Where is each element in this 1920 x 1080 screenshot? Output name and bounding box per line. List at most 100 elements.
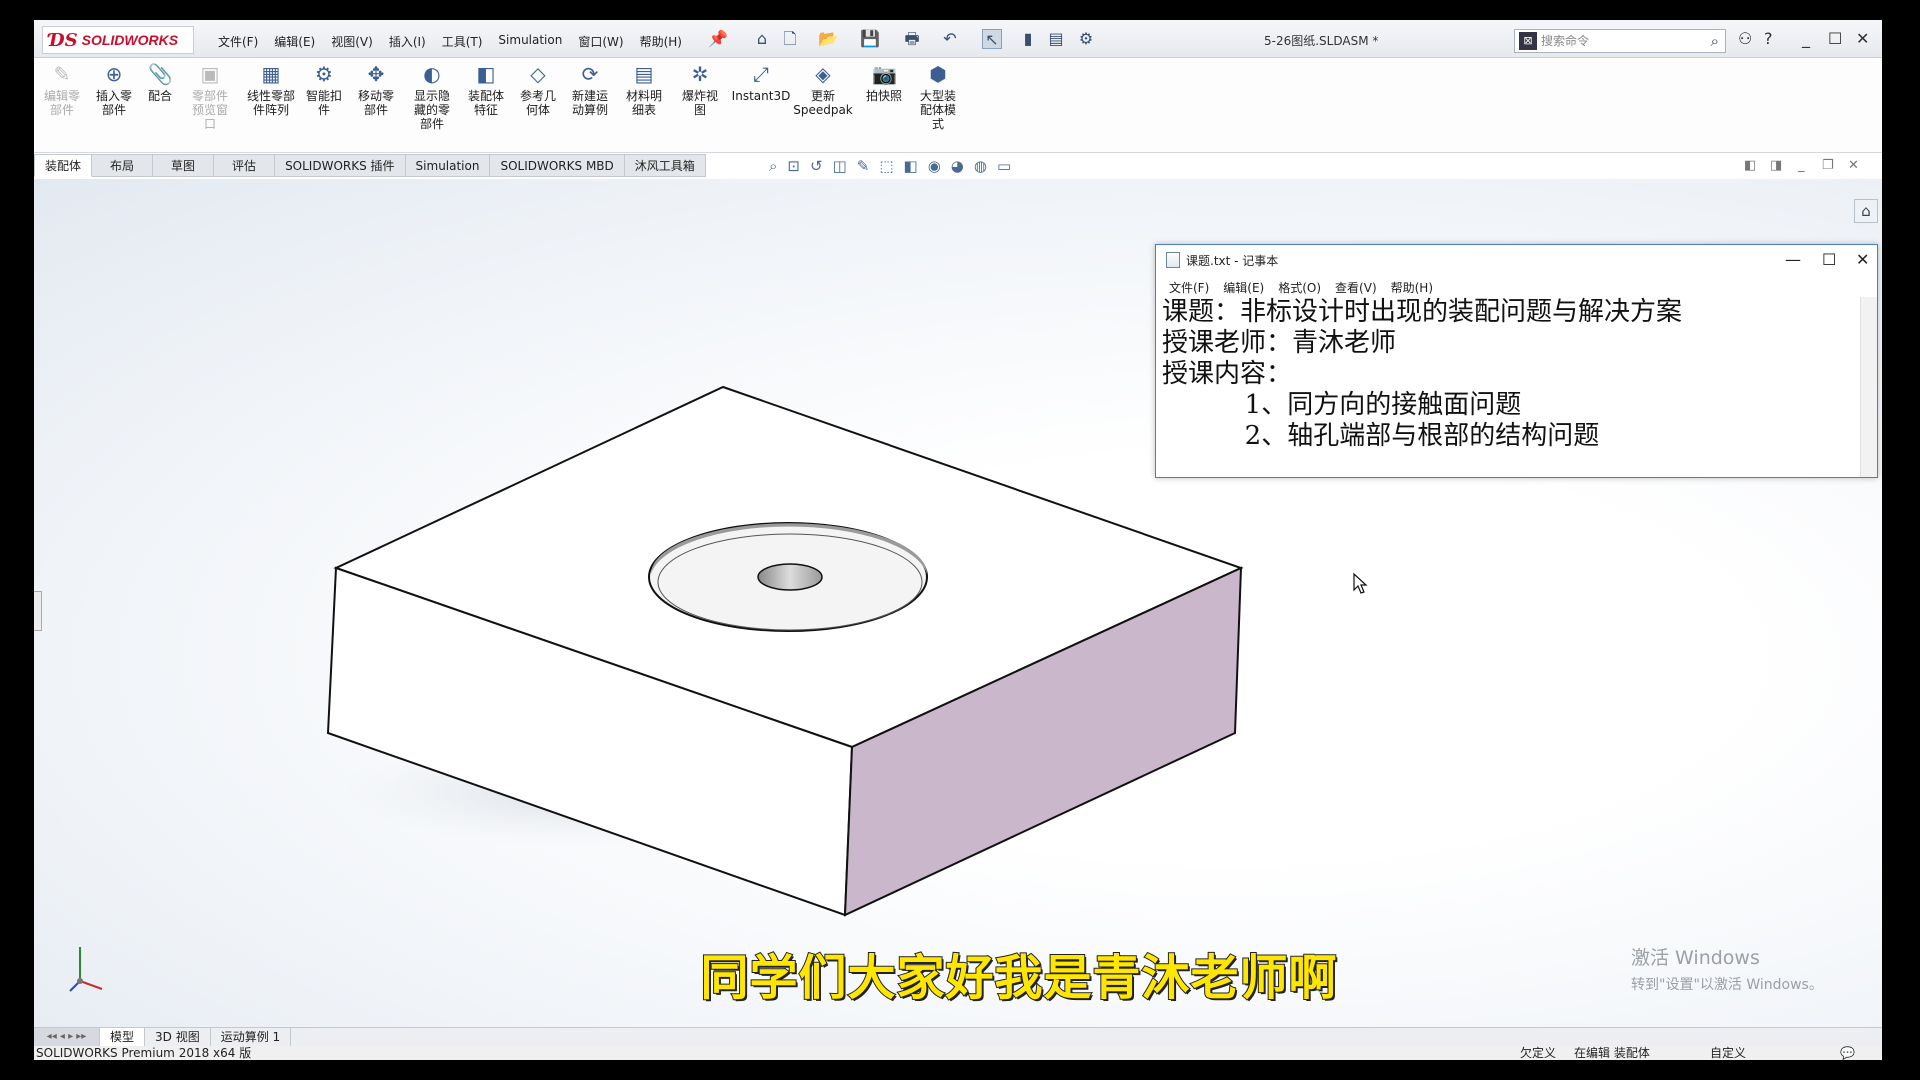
select-icon[interactable]: ↖ bbox=[982, 29, 1002, 49]
menu-file[interactable]: 文件(F) bbox=[210, 33, 266, 50]
notepad-menu-file[interactable]: 文件(F) bbox=[1162, 275, 1216, 297]
move-component-button[interactable]: ✥ 移动零 部件 bbox=[350, 62, 402, 117]
linear-pattern-button[interactable]: ▦ 线性零部 件阵列 bbox=[240, 62, 302, 117]
solidworks-logo[interactable]: ƊS SOLIDWORKS bbox=[42, 26, 194, 54]
edit-component-button[interactable]: ✎ 编辑零 部件 bbox=[36, 62, 88, 117]
exploded-view-button[interactable]: ✲ 爆炸视 图 bbox=[674, 62, 726, 117]
tab-assembly[interactable]: 装配体 bbox=[34, 154, 93, 177]
previous-view-icon[interactable]: ↺ bbox=[810, 154, 823, 178]
units-status[interactable]: 自定义 bbox=[1710, 1046, 1746, 1060]
menu-tools[interactable]: 工具(T) bbox=[434, 33, 491, 50]
preview-window-button[interactable]: ▣ 零部件 预览窗 口 bbox=[184, 62, 236, 131]
user-icon[interactable]: ⚇ bbox=[1738, 29, 1752, 48]
tab-mufeng-toolbox[interactable]: 沐风工具箱 bbox=[624, 154, 706, 177]
minimize-icon[interactable]: _ bbox=[1802, 29, 1810, 48]
preview-window-icon: ▣ bbox=[200, 62, 220, 86]
notepad-menu-edit[interactable]: 编辑(E) bbox=[1216, 275, 1271, 297]
instant3d-button[interactable]: ⤢ Instant3D bbox=[728, 62, 794, 103]
through-hole[interactable] bbox=[757, 563, 823, 591]
zoom-area-icon[interactable]: ⊡ bbox=[787, 154, 800, 178]
magnifier-icon[interactable]: ⌕ bbox=[1711, 30, 1719, 52]
pin-icon[interactable]: 📌 bbox=[708, 29, 728, 49]
close-icon[interactable]: ✕ bbox=[1856, 29, 1869, 48]
insert-component-button[interactable]: ⊕ 插入零 部件 bbox=[88, 62, 140, 117]
dynamic-annotation-icon[interactable]: ✎ bbox=[857, 154, 870, 178]
bom-button[interactable]: ▤ 材料明 细表 bbox=[618, 62, 670, 117]
tab-3d-view[interactable]: 3D 视图 bbox=[145, 1028, 211, 1046]
motion-study-button[interactable]: ⟳ 新建运 动算例 bbox=[564, 62, 616, 117]
traffic-light-icon[interactable]: ▮ bbox=[1018, 29, 1038, 49]
snapshot-icon: 📷 bbox=[872, 62, 897, 86]
tab-solidworks-mbd[interactable]: SOLIDWORKS MBD bbox=[490, 154, 625, 177]
tab-motion-study-1[interactable]: 运动算例 1 bbox=[211, 1028, 292, 1046]
notepad-titlebar[interactable]: 课题.txt - 记事本 bbox=[1156, 245, 1877, 275]
tab-sketch[interactable]: 草图 bbox=[153, 154, 215, 177]
undo-icon[interactable]: ↶ bbox=[940, 29, 960, 49]
hide-show-icon[interactable]: ◉ bbox=[928, 154, 941, 178]
editing-status: 在编辑 装配体 bbox=[1574, 1046, 1650, 1060]
notepad-menu-help[interactable]: 帮助(H) bbox=[1384, 275, 1440, 297]
mate-button[interactable]: 📎 配合 bbox=[134, 62, 186, 103]
apply-scene-icon[interactable]: ◍ bbox=[974, 154, 987, 178]
menu-insert[interactable]: 插入(I) bbox=[381, 33, 434, 50]
notepad-close-icon[interactable]: ✕ bbox=[1856, 250, 1869, 269]
menu-help[interactable]: 帮助(H) bbox=[632, 33, 690, 50]
search-input[interactable]: ⊠ 搜索命令 ⌕ bbox=[1514, 29, 1726, 53]
print-icon[interactable]: 🖶 bbox=[902, 29, 922, 49]
notepad-menu-format[interactable]: 格式(O) bbox=[1271, 275, 1328, 297]
tile-left-icon[interactable]: ◧ bbox=[1744, 158, 1756, 173]
save-icon[interactable]: 💾 bbox=[860, 29, 880, 49]
show-hidden-icon: ◐ bbox=[423, 62, 441, 86]
tile-right-icon[interactable]: ◨ bbox=[1770, 158, 1782, 173]
notepad-minimize-icon[interactable]: — bbox=[1785, 250, 1801, 269]
options-gear-icon[interactable]: ⚙ bbox=[1076, 29, 1096, 49]
notepad-menu: 文件(F) 编辑(E) 格式(O) 查看(V) 帮助(H) bbox=[1156, 275, 1877, 297]
tab-evaluate[interactable]: 评估 bbox=[214, 154, 276, 177]
large-assembly-button[interactable]: ⬢ 大型装 配体模 式 bbox=[912, 62, 964, 131]
exploded-view-icon: ✲ bbox=[691, 62, 709, 86]
doc-minimize-icon[interactable]: _ bbox=[1798, 158, 1805, 173]
large-assembly-icon: ⬢ bbox=[929, 62, 947, 86]
tab-scroll-arrows[interactable]: ◂◂ ◂ ▸ ▸▸ bbox=[34, 1028, 100, 1046]
file-properties-icon[interactable]: ▤ bbox=[1046, 29, 1066, 49]
help-icon[interactable]: ? bbox=[1764, 29, 1773, 48]
doc-restore-icon[interactable]: ❐ bbox=[1822, 158, 1834, 173]
command-manager: ✎ 编辑零 部件 ⊕ 插入零 部件 📎 配合 ▣ 零部件 预览窗 口 ▦ 线性零部 件阵列… bbox=[34, 58, 1882, 153]
assembly-feature-button[interactable]: ◧ 装配体 特征 bbox=[460, 62, 512, 117]
edit-appearance-icon[interactable]: ◕ bbox=[951, 154, 964, 178]
tab-solidworks-addins[interactable]: SOLIDWORKS 插件 bbox=[275, 154, 406, 177]
open-icon[interactable]: 📂 bbox=[818, 29, 838, 49]
ds-logo-icon: ƊS bbox=[49, 29, 78, 51]
view-settings-icon[interactable]: ▭ bbox=[997, 154, 1011, 178]
snapshot-button[interactable]: 📷 拍快照 bbox=[858, 62, 910, 103]
notepad-text-area[interactable]: 课题：非标设计时出现的装配问题与解决方案 授课老师：青沐老师 授课内容： 1、同方向… bbox=[1156, 297, 1862, 477]
menu-window[interactable]: 窗口(W) bbox=[570, 33, 631, 50]
show-hidden-button[interactable]: ◐ 显示隐 藏的零 部件 bbox=[406, 62, 458, 131]
zoom-fit-icon[interactable]: ⌕ bbox=[769, 154, 777, 178]
display-style-icon[interactable]: ◧ bbox=[904, 154, 918, 178]
view-home-icon[interactable]: ⌂ bbox=[1854, 199, 1878, 223]
menu-edit[interactable]: 编辑(E) bbox=[266, 33, 323, 50]
reference-geometry-button[interactable]: ◇ 参考几 何体 bbox=[512, 62, 564, 117]
title-bar: ƊS SOLIDWORKS 文件(F) 编辑(E) 视图(V) 插入(I) 工具… bbox=[34, 20, 1882, 58]
maximize-icon[interactable]: ☐ bbox=[1828, 29, 1842, 48]
chat-icon[interactable]: 💬 bbox=[1840, 1046, 1855, 1060]
view-orientation-icon[interactable]: ⬚ bbox=[879, 154, 893, 178]
menu-view[interactable]: 视图(V) bbox=[323, 33, 381, 50]
home-icon[interactable]: ⌂ bbox=[752, 29, 772, 49]
notepad-menu-view[interactable]: 查看(V) bbox=[1328, 275, 1384, 297]
tab-simulation[interactable]: Simulation bbox=[405, 154, 491, 177]
speedpak-button[interactable]: ◈ 更新 Speedpak bbox=[790, 62, 856, 117]
new-document-icon[interactable]: 🗋 bbox=[780, 29, 800, 49]
instant3d-icon: ⤢ bbox=[753, 62, 769, 86]
doc-close-icon[interactable]: ✕ bbox=[1848, 158, 1859, 173]
tab-model[interactable]: 模型 bbox=[100, 1028, 146, 1046]
notepad-window[interactable]: 课题.txt - 记事本 — ☐ ✕ 文件(F) 编辑(E) 格式(O) 查看(… bbox=[1155, 244, 1878, 478]
panel-collapse-handle[interactable] bbox=[34, 591, 42, 631]
tab-layout[interactable]: 布局 bbox=[92, 154, 154, 177]
section-view-icon[interactable]: ◫ bbox=[833, 154, 847, 178]
notepad-maximize-icon[interactable]: ☐ bbox=[1822, 250, 1836, 269]
smart-fastener-button[interactable]: ⚙ 智能扣 件 bbox=[298, 62, 350, 117]
notepad-scrollbar[interactable] bbox=[1860, 297, 1877, 477]
menu-simulation[interactable]: Simulation bbox=[490, 33, 570, 50]
